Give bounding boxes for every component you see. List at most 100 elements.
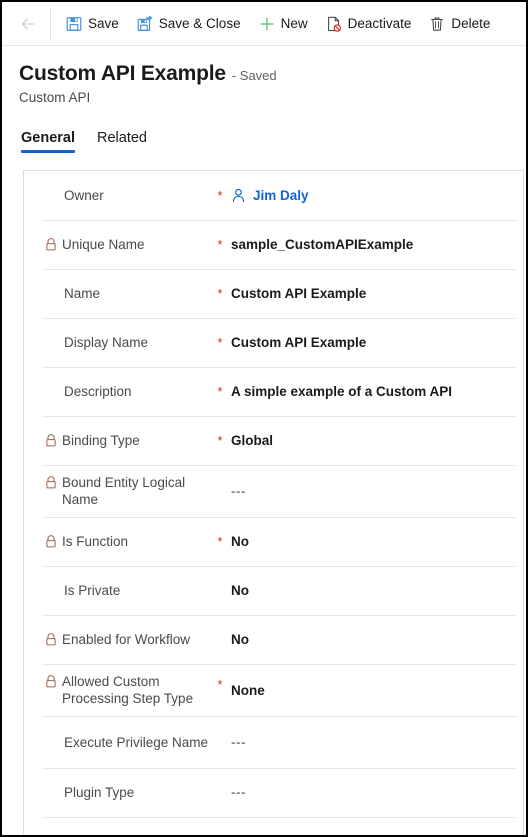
- field-value-allowed-custom-processing-step-type: None: [231, 682, 265, 698]
- field-value-is-private: No: [231, 583, 249, 598]
- lock-icon: [46, 238, 56, 251]
- tab-general[interactable]: General: [21, 130, 75, 153]
- lock-icon: [46, 434, 56, 447]
- delete-button[interactable]: Delete: [420, 4, 499, 44]
- lock-icon: [46, 675, 56, 688]
- required-marker-description: *: [217, 384, 223, 399]
- tab-bar: General Related: [2, 123, 526, 153]
- field-value-enabled-for-workflow: No: [231, 632, 249, 647]
- field-value-cell-owner: Jim Daly: [231, 188, 523, 203]
- entity-subtitle: Custom API: [19, 90, 91, 105]
- field-row-is-private: Is Private No: [24, 566, 523, 615]
- required-marker-execute-privilege-name: [209, 716, 231, 768]
- field-value-cell-enabled-for-workflow: No: [231, 631, 523, 648]
- field-row-binding-type: Binding Type * Global: [24, 416, 523, 465]
- title-row: Custom API Example - Saved: [19, 62, 526, 86]
- field-row-unique-name: Unique Name * sample_CustomAPIExample: [24, 220, 523, 269]
- required-marker-name: *: [217, 286, 223, 301]
- field-value-is-function: No: [231, 534, 249, 549]
- field-value-cell-is-function: No: [231, 533, 523, 550]
- field-value-display-name: Custom API Example: [231, 335, 367, 350]
- field-value-cell-is-private: No: [231, 582, 523, 599]
- field-label-binding-type: Binding Type: [62, 433, 140, 448]
- field-row-clipped: [24, 817, 523, 835]
- trash-icon: [431, 17, 444, 31]
- field-label-unique-name: Unique Name: [62, 237, 145, 252]
- save-and-close-button-label: Save & Close: [158, 15, 241, 31]
- delete-button-label: Delete: [451, 15, 491, 31]
- general-tab-form: Owner * Jim Daly Unique Name * sample_Cu…: [23, 170, 524, 835]
- field-label-cell-name: Name: [24, 285, 209, 302]
- field-row-owner: Owner * Jim Daly: [24, 171, 523, 220]
- back-button[interactable]: [8, 4, 48, 44]
- field-value-cell-description: A simple example of a Custom API: [231, 383, 523, 400]
- field-label-cell-binding-type: Binding Type: [24, 432, 209, 449]
- save-and-close-button[interactable]: Save & Close: [128, 4, 250, 44]
- field-row-execute-privilege-name: Execute Privilege Name ---: [24, 716, 523, 768]
- save-icon: [66, 16, 82, 31]
- owner-lookup-link[interactable]: Jim Daly: [231, 188, 309, 203]
- field-value-cell-plugin-type: ---: [231, 785, 523, 800]
- owner-name: Jim Daly: [253, 188, 309, 203]
- field-label-cell-is-private: Is Private: [24, 582, 209, 599]
- field-row-allowed-custom-processing-step-type: Allowed Custom Processing Step Type * No…: [24, 664, 523, 716]
- field-label-cell-unique-name: Unique Name: [24, 236, 209, 253]
- required-marker-allowed-custom-processing-step-type: *: [217, 677, 223, 692]
- record-form-page: Save Save & Close New Deactivate Delete …: [0, 0, 528, 837]
- save-button-label: Save: [88, 15, 119, 31]
- field-value-cell-allowed-custom-processing-step-type: None: [231, 682, 523, 699]
- field-row-is-function: Is Function * No: [24, 517, 523, 566]
- field-label-execute-privilege-name: Execute Privilege Name: [64, 734, 209, 750]
- required-marker-owner: *: [217, 188, 223, 203]
- lock-icon: [46, 633, 56, 646]
- field-label-plugin-type: Plugin Type: [64, 785, 135, 800]
- required-marker-is-private: [209, 566, 231, 615]
- field-value-name: Custom API Example: [231, 286, 367, 301]
- field-label-cell-enabled-for-workflow: Enabled for Workflow: [24, 631, 209, 648]
- deactivate-button[interactable]: Deactivate: [317, 4, 421, 44]
- field-label-cell-plugin-type: Plugin Type: [24, 784, 209, 801]
- field-label-is-function: Is Function: [62, 534, 129, 549]
- save-button[interactable]: Save: [57, 4, 128, 44]
- field-value-description: A simple example of a Custom API: [231, 384, 453, 399]
- field-value-bound-entity-logical-name: ---: [231, 483, 246, 499]
- field-value-binding-type: Global: [231, 433, 274, 448]
- lock-icon: [46, 535, 56, 548]
- tab-general-label: General: [21, 130, 75, 146]
- field-value-cell-display-name: Custom API Example: [231, 334, 523, 351]
- command-bar: Save Save & Close New Deactivate Delete: [2, 2, 526, 46]
- required-marker-unique-name: *: [217, 237, 223, 252]
- back-arrow-icon: [22, 18, 35, 29]
- field-row-plugin-type: Plugin Type ---: [24, 768, 523, 817]
- field-label-bound-entity-logical-name: Bound Entity Logical Name: [62, 475, 186, 507]
- tab-related-label: Related: [97, 130, 147, 146]
- tab-related[interactable]: Related: [97, 130, 147, 153]
- field-label-name: Name: [64, 286, 101, 301]
- field-label-cell-is-function: Is Function: [24, 533, 209, 550]
- required-marker-is-function: *: [217, 534, 223, 549]
- field-label-cell-description: Description: [24, 383, 209, 400]
- field-label-description: Description: [64, 384, 132, 399]
- field-row-bound-entity-logical-name: Bound Entity Logical Name ---: [24, 465, 523, 517]
- field-value-unique-name: sample_CustomAPIExample: [231, 237, 414, 252]
- field-value-cell-name: Custom API Example: [231, 285, 523, 302]
- save-and-close-icon: [137, 15, 153, 31]
- field-value-plugin-type: ---: [231, 785, 246, 800]
- field-label-enabled-for-workflow: Enabled for Workflow: [62, 632, 191, 647]
- command-bar-divider: [50, 8, 51, 39]
- field-value-cell-binding-type: Global: [231, 432, 523, 449]
- deactivate-icon: [327, 16, 341, 32]
- plus-icon: [259, 16, 274, 31]
- field-value-cell-unique-name: sample_CustomAPIExample: [231, 236, 523, 253]
- field-value-execute-privilege-name: ---: [231, 734, 246, 750]
- lock-icon: [46, 476, 56, 489]
- new-button[interactable]: New: [250, 4, 317, 44]
- field-value-cell-execute-privilege-name: ---: [231, 735, 523, 750]
- field-label-cell-allowed-custom-processing-step-type: Allowed Custom Processing Step Type: [24, 673, 209, 707]
- field-label-owner: Owner: [64, 188, 104, 203]
- person-icon: [232, 188, 245, 203]
- required-marker-plugin-type: [209, 768, 231, 817]
- field-label-cell-display-name: Display Name: [24, 334, 209, 351]
- field-value-cell-bound-entity-logical-name: ---: [231, 484, 523, 499]
- required-marker-display-name: *: [217, 335, 223, 350]
